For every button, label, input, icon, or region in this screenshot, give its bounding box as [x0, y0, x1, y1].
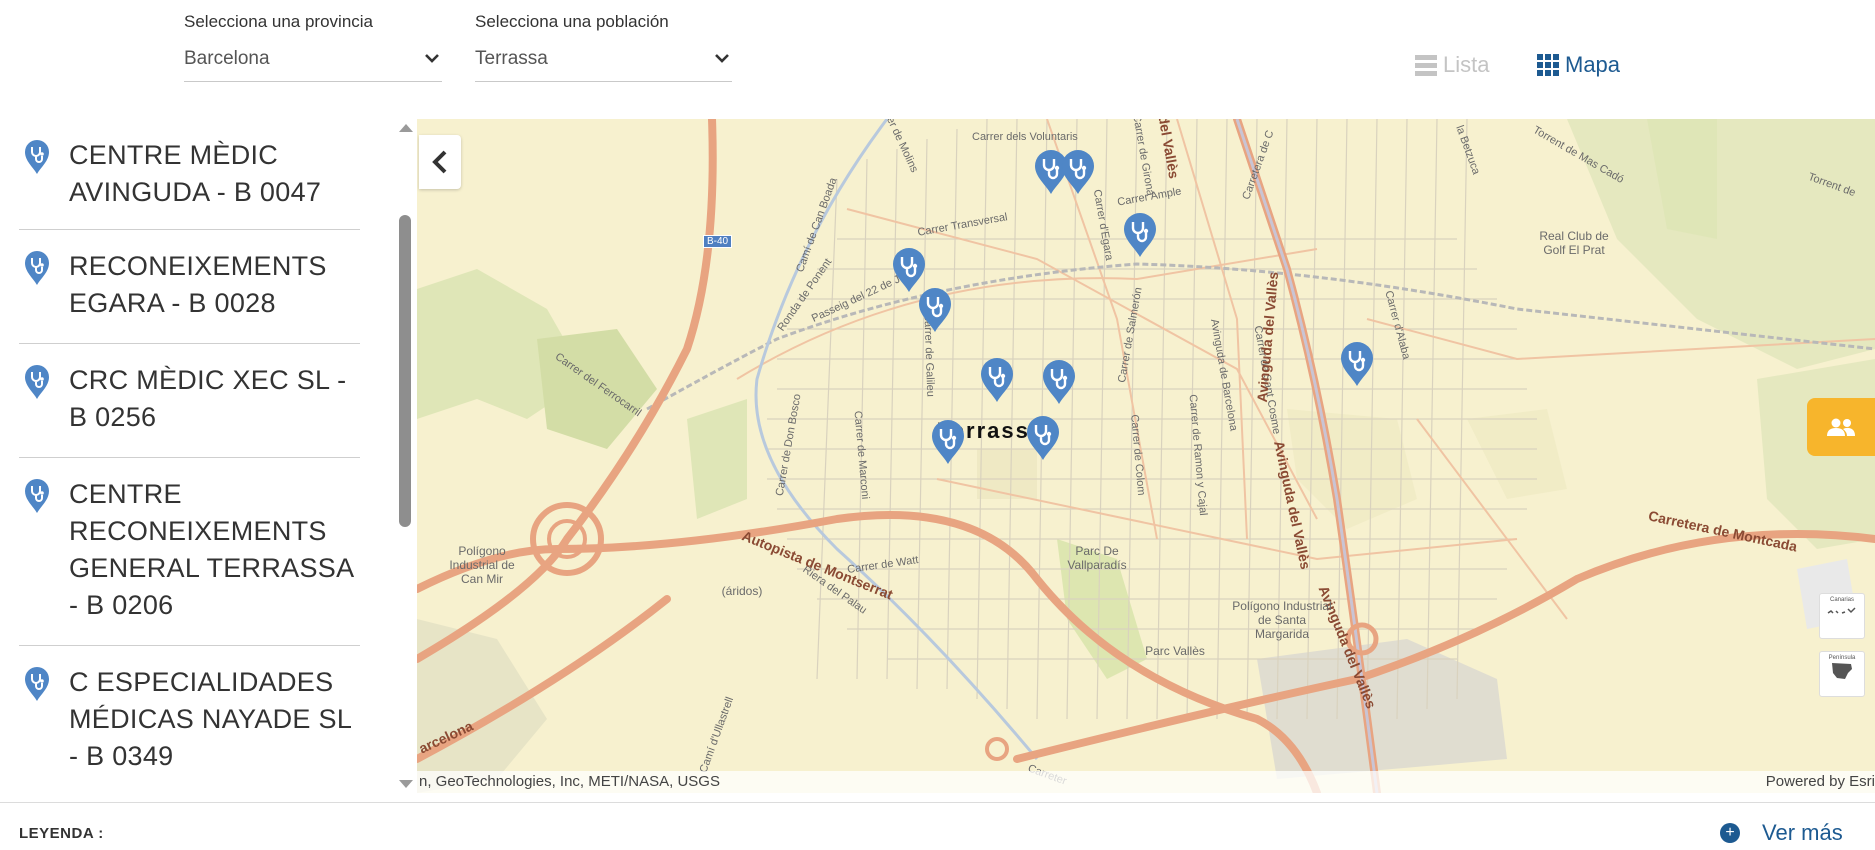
map-attribution: n, GeoTechnologies, Inc, METI/NASA, USGS…	[417, 771, 1875, 793]
stethoscope-pin-icon	[25, 479, 49, 513]
center-list: CENTRE MÈDIC AVINGUDA - B 0047 RECONEIXE…	[0, 119, 398, 791]
stethoscope-marker-icon[interactable]	[1040, 359, 1078, 405]
map-view-label: Mapa	[1565, 52, 1621, 77]
people-button[interactable]	[1807, 398, 1875, 456]
area-label: Parc Vallès	[1145, 644, 1205, 658]
province-label: Selecciona una provincia	[184, 12, 374, 31]
chevron-down-icon	[425, 54, 439, 63]
canarias-inset-button[interactable]: Canarias	[1819, 593, 1865, 639]
area-label: Polígono Industrial de Can Mir	[449, 544, 515, 586]
list-item[interactable]: C ESPECIALIDADES MÉDICAS NAYADE SL - B 0…	[19, 646, 360, 791]
list-item[interactable]: RECONEIXEMENTS EGARA - B 0028	[19, 230, 360, 344]
chevron-down-icon	[715, 54, 729, 63]
center-name: C ESPECIALIDADES MÉDICAS NAYADE SL - B 0…	[69, 667, 352, 771]
attribution-sources: n, GeoTechnologies, Inc, METI/NASA, USGS	[419, 773, 720, 790]
stethoscope-marker-icon[interactable]	[929, 419, 967, 465]
see-more-button[interactable]: + Ver más	[1720, 820, 1843, 846]
list-item[interactable]: CRC MÈDIC XEC SL - B 0256	[19, 344, 360, 458]
map-view-button[interactable]: Mapa	[1537, 52, 1620, 78]
area-label: (áridos)	[721, 584, 763, 598]
legend-label: LEYENDA :	[19, 825, 104, 842]
stethoscope-marker-icon[interactable]	[916, 287, 954, 333]
town-label: Selecciona una población	[475, 12, 669, 31]
stethoscope-marker-icon[interactable]	[1121, 212, 1159, 258]
town-value: Terrassa	[475, 48, 548, 69]
province-filter: Selecciona una provincia Barcelona	[184, 12, 442, 82]
page: Selecciona una provincia Barcelona Selec…	[0, 0, 1875, 850]
grid-icon	[1537, 54, 1559, 76]
scroll-down-arrow-icon[interactable]	[399, 780, 413, 788]
stethoscope-marker-icon[interactable]	[1024, 415, 1062, 461]
scrollbar-thumb[interactable]	[399, 215, 411, 527]
stethoscope-marker-icon[interactable]	[978, 357, 1016, 403]
list-item[interactable]: CENTRE RECONEIXEMENTS GENERAL TERRASSA -…	[19, 458, 360, 646]
see-more-label: Ver más	[1762, 820, 1843, 845]
peninsula-inset-button[interactable]: Península	[1819, 651, 1865, 697]
province-value: Barcelona	[184, 48, 270, 69]
list-icon	[1415, 55, 1437, 76]
stethoscope-pin-icon	[25, 667, 49, 701]
list-view-button[interactable]: Lista	[1415, 52, 1489, 78]
road-shield: B-40	[703, 235, 733, 248]
plus-circle-icon: +	[1720, 823, 1740, 843]
center-name: CENTRE RECONEIXEMENTS GENERAL TERRASSA -…	[69, 479, 353, 620]
people-icon	[1827, 418, 1855, 436]
list-scrollbar[interactable]	[398, 124, 414, 788]
province-select[interactable]: Barcelona	[184, 48, 442, 82]
chevron-left-icon	[432, 150, 447, 174]
stethoscope-marker-icon[interactable]	[1338, 341, 1376, 387]
stethoscope-pin-icon	[25, 365, 49, 399]
area-label: Real Club de Golf El Prat	[1539, 229, 1609, 257]
center-name: CENTRE MÈDIC AVINGUDA - B 0047	[69, 140, 322, 207]
town-filter: Selecciona una población Terrassa	[475, 12, 732, 82]
collapse-panel-button[interactable]	[419, 135, 461, 189]
list-view-label: Lista	[1443, 52, 1490, 77]
list-item[interactable]: CENTRE MÈDIC AVINGUDA - B 0047	[19, 119, 360, 230]
stethoscope-pin-icon	[25, 251, 49, 285]
town-select[interactable]: Terrassa	[475, 48, 732, 82]
center-name: CRC MÈDIC XEC SL - B 0256	[69, 365, 347, 432]
canarias-map-icon	[1827, 607, 1856, 614]
footer: LEYENDA : + Ver más	[0, 802, 1875, 850]
attribution-powered-by[interactable]: Powered by Esri	[1766, 773, 1875, 790]
map[interactable]: Carrer dels Voluntaris Carrer Transversa…	[417, 119, 1875, 793]
area-label: Polígono Industrial de Santa Margarida	[1232, 599, 1332, 641]
street-label: Carrer dels Voluntaris	[972, 131, 1078, 143]
center-name: RECONEIXEMENTS EGARA - B 0028	[69, 251, 327, 318]
stethoscope-pin-icon	[25, 140, 49, 174]
area-label: Parc De Vallparadís	[1067, 544, 1127, 572]
peninsula-map-icon	[1832, 663, 1852, 679]
scroll-up-arrow-icon[interactable]	[399, 124, 413, 132]
stethoscope-marker-icon[interactable]	[1059, 149, 1097, 195]
